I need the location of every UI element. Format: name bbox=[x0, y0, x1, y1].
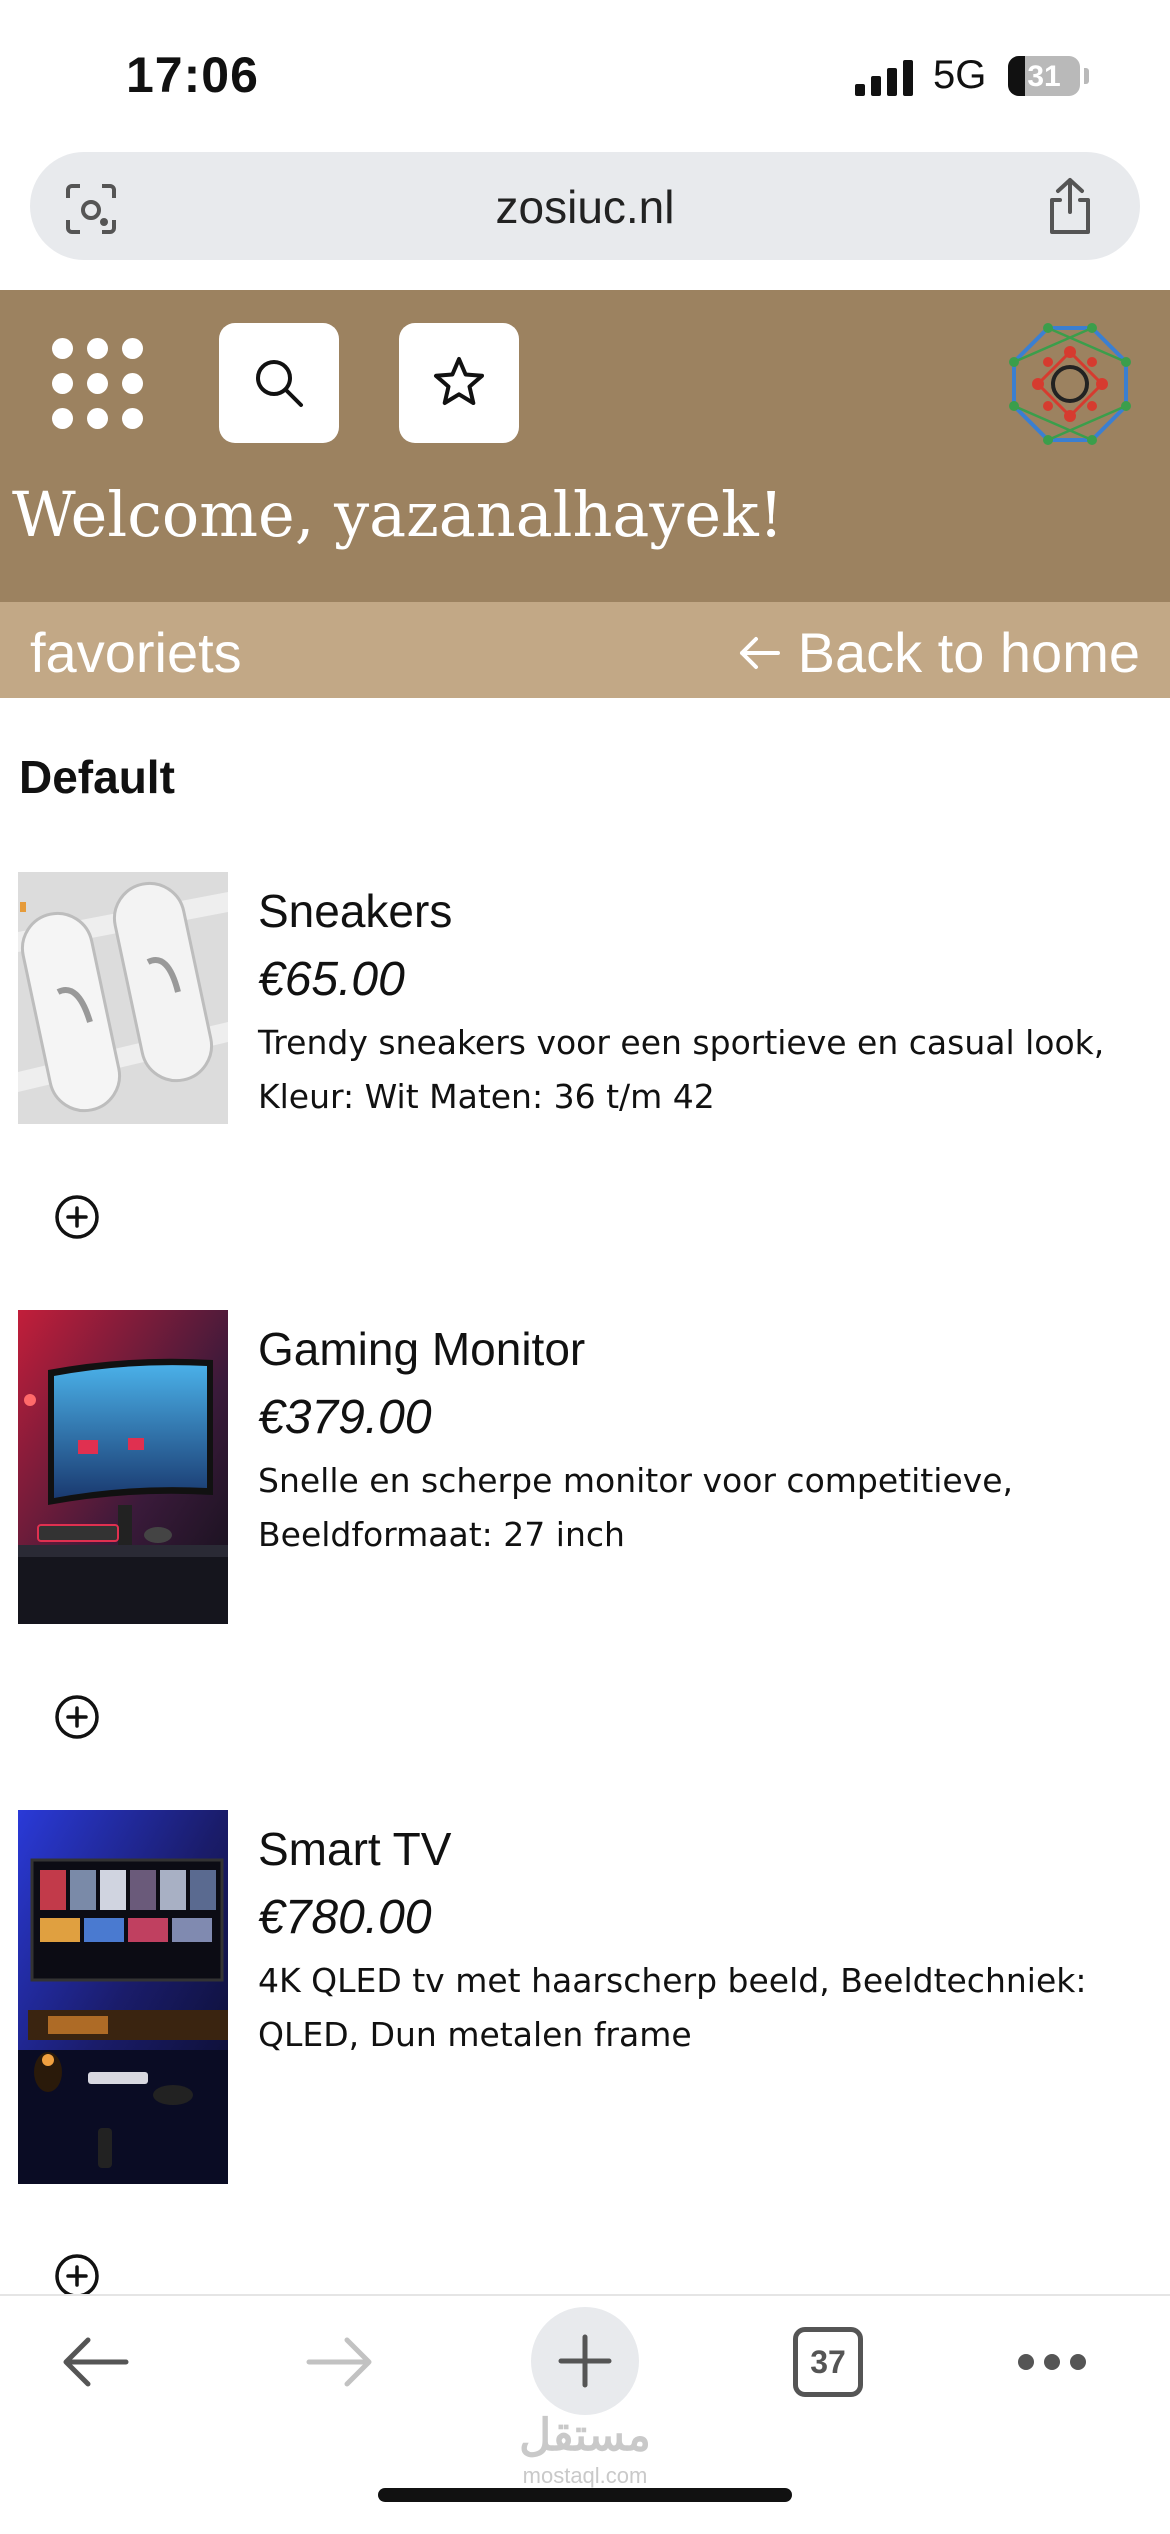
home-indicator[interactable] bbox=[378, 2488, 792, 2502]
product-name[interactable]: Gaming Monitor bbox=[258, 1322, 585, 1376]
network-label: 5G bbox=[933, 53, 987, 97]
product-price: €379.00 bbox=[258, 1391, 432, 1444]
product-name[interactable]: Sneakers bbox=[258, 884, 452, 938]
site-logo[interactable] bbox=[1008, 322, 1132, 446]
favorites-button[interactable] bbox=[399, 323, 519, 443]
back-to-home-link[interactable]: Back to home bbox=[736, 620, 1140, 685]
tabs-button[interactable]: 37 bbox=[793, 2327, 863, 2397]
watermark-arabic: مستقل bbox=[519, 2411, 651, 2460]
add-circle-icon[interactable] bbox=[54, 2253, 100, 2299]
product-description: Snelle en scherpe monitor voor competiti… bbox=[258, 1461, 1014, 1554]
share-icon[interactable] bbox=[1042, 176, 1098, 236]
product-image-gaming-monitor[interactable] bbox=[18, 1310, 228, 1624]
apps-grid-icon[interactable] bbox=[52, 338, 144, 430]
welcome-heading: Welcome, yazanalhayek! bbox=[12, 478, 784, 551]
add-circle-icon[interactable] bbox=[54, 1194, 100, 1240]
battery-icon: 31 bbox=[1008, 56, 1080, 96]
site-header bbox=[0, 290, 1170, 602]
status-bar: 17:06 5G 31 bbox=[0, 0, 1170, 150]
forward-arrow-icon[interactable] bbox=[305, 2334, 375, 2390]
address-bar[interactable]: zosiuc.nl bbox=[30, 152, 1140, 260]
product-image-smart-tv[interactable] bbox=[18, 1810, 228, 2184]
arrow-left-icon bbox=[739, 636, 780, 669]
back-to-home-label[interactable]: Back to home bbox=[798, 620, 1140, 685]
page-title: favoriets bbox=[30, 621, 242, 684]
more-options-icon[interactable] bbox=[1016, 2350, 1088, 2374]
signal-icon bbox=[855, 60, 913, 96]
search-icon bbox=[256, 360, 303, 407]
tab-count: 37 bbox=[810, 2344, 846, 2380]
status-time: 17:06 bbox=[126, 47, 259, 103]
add-circle-icon[interactable] bbox=[54, 1694, 100, 1740]
url-text[interactable]: zosiuc.nl bbox=[30, 180, 1140, 234]
product-name[interactable]: Smart TV bbox=[258, 1822, 451, 1876]
product-price: €780.00 bbox=[258, 1891, 432, 1944]
new-tab-button[interactable] bbox=[531, 2307, 639, 2415]
sub-navigation: favoriets Back to home bbox=[0, 602, 1170, 698]
star-icon bbox=[434, 357, 484, 405]
back-arrow-icon[interactable] bbox=[60, 2334, 130, 2390]
watermark: مستقل mostaql.com bbox=[0, 2410, 1170, 2489]
product-price: €65.00 bbox=[258, 953, 405, 1006]
battery-level: 31 bbox=[1027, 60, 1061, 93]
product-image-sneakers[interactable] bbox=[18, 872, 228, 1124]
product-description: 4K QLED tv met haarscherp beeld, Beeldte… bbox=[258, 1961, 1087, 2054]
plus-icon bbox=[558, 2334, 612, 2388]
section-title: Default bbox=[19, 751, 175, 803]
watermark-latin: mostaql.com bbox=[522, 2463, 648, 2488]
search-button[interactable] bbox=[219, 323, 339, 443]
battery-tip bbox=[1084, 68, 1089, 84]
product-description: Trendy sneakers voor een sportieve en ca… bbox=[258, 1023, 1105, 1116]
